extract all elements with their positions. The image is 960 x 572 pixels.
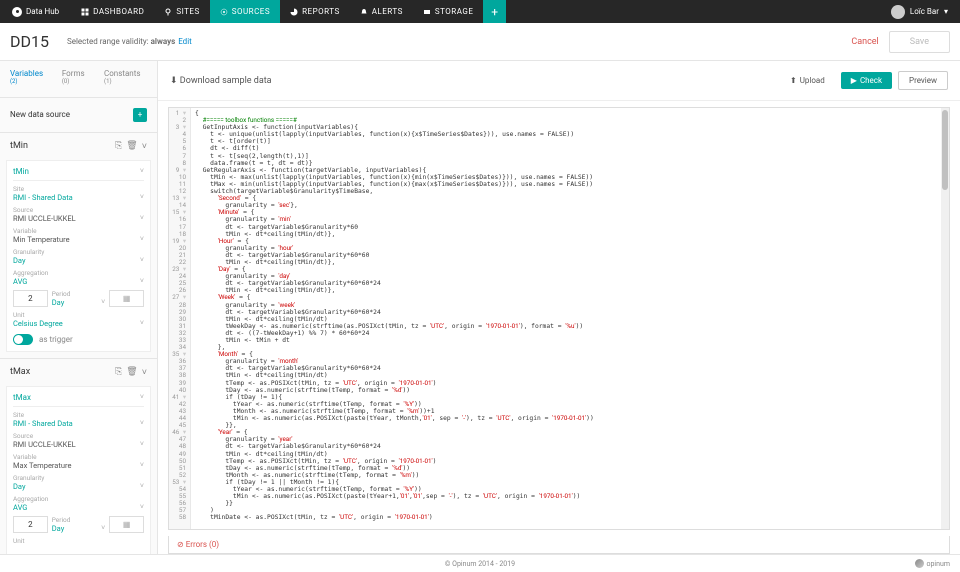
code-editor[interactable]: 1 ▾2 3 ▾4 5 6 7 8 9 ▾10 11 12 13 ▾14 15 … bbox=[168, 107, 950, 530]
var-header-tmax[interactable]: tMax bbox=[10, 367, 30, 377]
subheader: DD15 Selected range validity: alwaysEdit… bbox=[0, 23, 960, 61]
user-menu[interactable]: Loïc Bar ▾ bbox=[879, 5, 960, 19]
nav-storage[interactable]: STORAGE bbox=[413, 0, 484, 23]
add-source-button[interactable]: + bbox=[133, 108, 147, 122]
nav-sites[interactable]: SITES bbox=[154, 0, 209, 23]
edit-validity-link[interactable]: Edit bbox=[178, 37, 192, 46]
content-area: ⬇ Download sample data ⬆ Upload ▶ Check … bbox=[158, 61, 960, 554]
copy-icon[interactable]: ⎘ bbox=[115, 367, 122, 378]
download-sample-link[interactable]: ⬇ Download sample data bbox=[170, 76, 272, 86]
tab-constants[interactable]: Constants (1) bbox=[104, 69, 147, 89]
tab-variables[interactable]: Variables (2) bbox=[10, 69, 50, 89]
save-button[interactable]: Save bbox=[889, 31, 950, 53]
chevron-down-icon: ▾ bbox=[944, 7, 948, 16]
copy-icon[interactable]: ⎘ bbox=[115, 141, 122, 152]
delete-icon[interactable]: 🗑 bbox=[126, 367, 137, 378]
user-name: Loïc Bar bbox=[910, 7, 939, 16]
top-nav: Data Hub DASHBOARD SITES SOURCES REPORTS… bbox=[0, 0, 960, 23]
check-button[interactable]: ▶ Check bbox=[841, 72, 892, 89]
chevron-down-icon[interactable]: ˅ bbox=[140, 393, 144, 402]
nav-add[interactable]: + bbox=[483, 0, 506, 23]
cancel-button[interactable]: Cancel bbox=[851, 37, 878, 47]
calendar-icon[interactable]: ▦ bbox=[109, 290, 144, 307]
page-title: DD15 bbox=[10, 32, 49, 51]
user-avatar-icon bbox=[891, 5, 905, 19]
chevron-down-icon[interactable]: ˅ bbox=[140, 167, 144, 176]
nav-sources[interactable]: SOURCES bbox=[210, 0, 280, 23]
chevron-down-icon[interactable]: ˅ bbox=[142, 367, 147, 378]
new-data-source: New data source + bbox=[0, 98, 157, 133]
upload-button[interactable]: ⬆ Upload bbox=[780, 72, 835, 89]
errors-bar[interactable]: ⊘ Errors (0) bbox=[168, 536, 950, 554]
sidebar: Variables (2) Forms (0) Constants (1) Ne… bbox=[0, 61, 158, 554]
calendar-icon[interactable]: ▦ bbox=[109, 516, 144, 533]
tab-forms[interactable]: Forms (0) bbox=[62, 69, 92, 89]
period-num[interactable]: 2 bbox=[13, 290, 48, 307]
footer-brand: opinum bbox=[915, 559, 951, 568]
footer: © Opinum 2014 - 2019 opinum bbox=[0, 554, 960, 572]
nav-reports[interactable]: REPORTS bbox=[280, 0, 350, 23]
period-num[interactable]: 2 bbox=[13, 516, 48, 533]
chevron-down-icon[interactable]: ˅ bbox=[142, 141, 147, 152]
brand-logo[interactable]: Data Hub bbox=[0, 7, 71, 17]
var-header-tmin[interactable]: tMin bbox=[10, 141, 28, 151]
nav-dashboard[interactable]: DASHBOARD bbox=[71, 0, 154, 23]
delete-icon[interactable]: 🗑 bbox=[126, 141, 137, 152]
editor-scrollbar[interactable] bbox=[941, 108, 949, 529]
trigger-toggle[interactable] bbox=[13, 334, 33, 345]
validity-text: Selected range validity: alwaysEdit bbox=[67, 37, 192, 46]
nav-alerts[interactable]: ALERTS bbox=[350, 0, 413, 23]
preview-button[interactable]: Preview bbox=[898, 71, 948, 90]
